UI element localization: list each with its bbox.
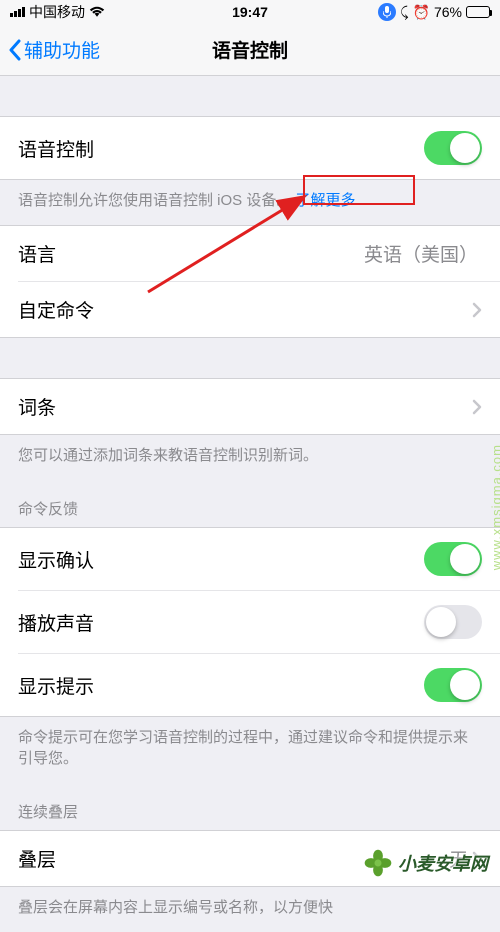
chevron-left-icon: [8, 39, 22, 61]
voice-control-row: 语音控制: [0, 117, 500, 179]
back-label: 辅助功能: [24, 36, 100, 63]
watermark-url: www.xmsigma.com: [489, 444, 500, 570]
wifi-icon: [89, 6, 105, 18]
status-time: 19:47: [232, 4, 268, 20]
voice-control-desc: 语音控制允许您使用语音控制 iOS 设备。: [18, 192, 291, 209]
feedback-footer: 命令提示可在您学习语音控制的过程中，通过建议命令和提供提示来引导您。: [0, 717, 500, 783]
chevron-right-icon: [472, 302, 482, 318]
feedback-header: 命令反馈: [0, 480, 500, 527]
battery-pct: 76%: [434, 4, 462, 20]
overlay-header: 连续叠层: [0, 783, 500, 830]
watermark: 小麦安卓网: [364, 849, 488, 877]
vocabulary-label: 词条: [18, 393, 56, 420]
language-value: 英语（美国）: [364, 240, 478, 267]
show-hints-row: 显示提示: [18, 653, 500, 716]
show-hints-switch[interactable]: [424, 668, 482, 702]
vocabulary-footer: 您可以通过添加词条来教语音控制识别新词。: [0, 435, 500, 480]
voice-control-footer: 语音控制允许您使用语音控制 iOS 设备。 了解更多...: [0, 180, 500, 225]
overlay-footer: 叠层会在屏幕内容上显示编号或名称，以方便快: [0, 887, 500, 932]
status-bar: 中国移动 19:47 ⤹ ⏰ 76%: [0, 0, 500, 24]
vocabulary-row[interactable]: 词条: [0, 379, 500, 434]
custom-commands-row[interactable]: 自定命令: [18, 281, 500, 337]
language-row[interactable]: 语言 英语（美国）: [0, 226, 500, 281]
orientation-lock-icon: ⤹: [400, 4, 408, 21]
show-hints-label: 显示提示: [18, 672, 94, 699]
show-confirm-switch[interactable]: [424, 542, 482, 576]
play-sound-switch[interactable]: [424, 605, 482, 639]
voice-control-label: 语音控制: [18, 135, 94, 162]
clover-icon: [364, 849, 392, 877]
alarm-icon: ⏰: [413, 4, 430, 21]
overlay-label: 叠层: [18, 845, 56, 872]
back-button[interactable]: 辅助功能: [8, 36, 100, 63]
show-confirm-row: 显示确认: [0, 528, 500, 590]
play-sound-label: 播放声音: [18, 609, 94, 636]
carrier-label: 中国移动: [29, 2, 85, 22]
show-confirm-label: 显示确认: [18, 546, 94, 573]
voice-control-switch[interactable]: [424, 131, 482, 165]
page-title: 语音控制: [212, 36, 288, 63]
nav-bar: 辅助功能 语音控制: [0, 24, 500, 76]
language-label: 语言: [18, 240, 56, 267]
custom-commands-label: 自定命令: [18, 296, 94, 323]
battery-icon: [466, 6, 490, 18]
watermark-text: 小麦安卓网: [398, 850, 488, 876]
signal-icon: [10, 7, 25, 17]
chevron-right-icon: [472, 399, 482, 415]
learn-more-link[interactable]: 了解更多...: [296, 192, 369, 209]
play-sound-row: 播放声音: [18, 590, 500, 653]
mic-icon: [378, 3, 396, 21]
